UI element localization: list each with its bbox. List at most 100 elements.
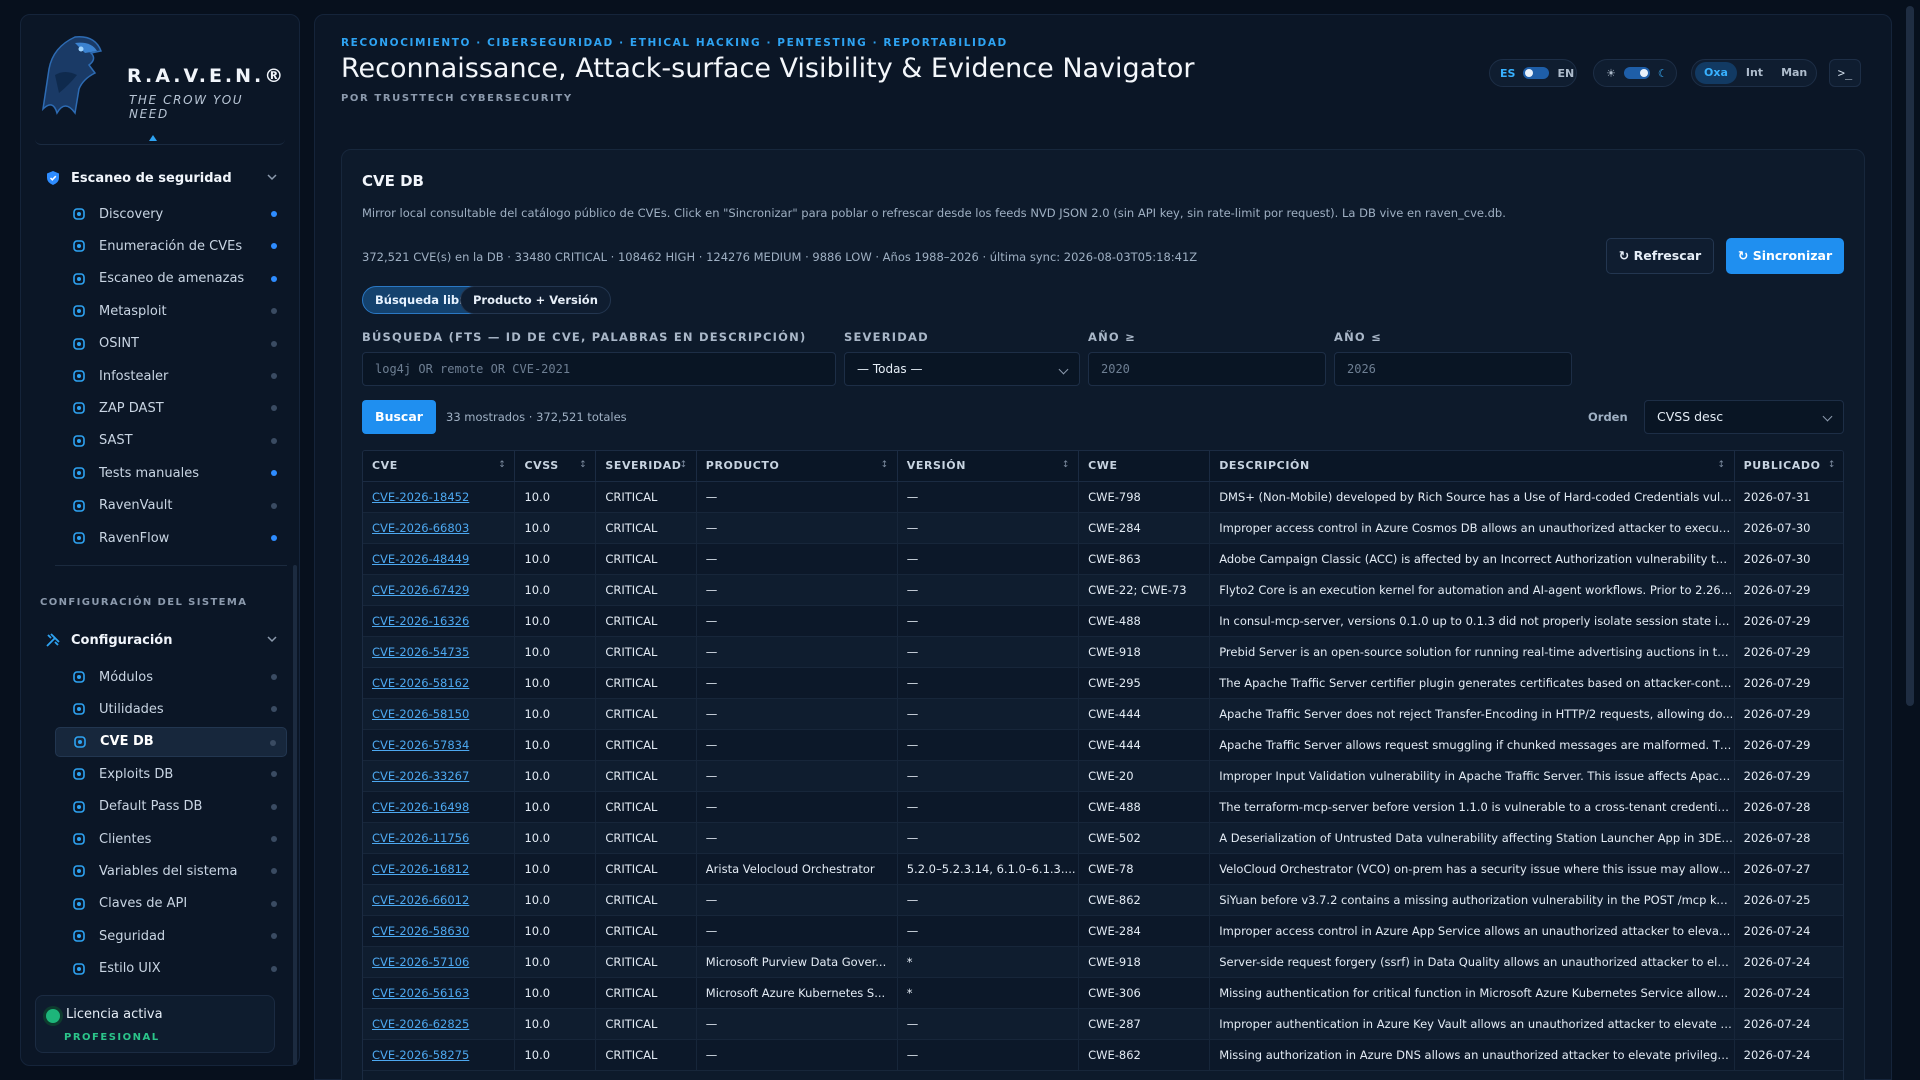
cve-link[interactable]: CVE-2026-18452 bbox=[363, 481, 516, 513]
table-row[interactable]: CVE-2026-67429 10.0 CRITICAL — — CWE-22; CWE-… bbox=[363, 574, 1843, 606]
sort-icon[interactable]: ↕ bbox=[498, 460, 506, 470]
table-row[interactable]: CVE-2026-58150 10.0 CRITICAL — — CWE-444 Apach… bbox=[363, 698, 1843, 730]
cve-link[interactable]: CVE-2026-67429 bbox=[363, 574, 516, 606]
sidebar-item-escaneo-de-amenazas[interactable]: Escaneo de amenazas bbox=[55, 264, 287, 294]
table-row[interactable]: CVE-2026-58162 10.0 CRITICAL — — CWE-295 The A… bbox=[363, 667, 1843, 699]
cve-link[interactable]: CVE-2026-56163 bbox=[363, 977, 516, 1009]
table-row[interactable]: CVE-2026-54735 10.0 CRITICAL — — CWE-918 Prebi… bbox=[363, 636, 1843, 668]
mode-man[interactable]: Man bbox=[1772, 62, 1816, 84]
mode-selector[interactable]: Oxa Int Man bbox=[1691, 59, 1817, 87]
terminal-button[interactable]: >_ bbox=[1829, 59, 1861, 87]
severity-select[interactable]: — Todas — bbox=[844, 352, 1080, 386]
cell-cvss: 10.0 bbox=[514, 822, 597, 854]
sidebar-item-discovery[interactable]: Discovery bbox=[55, 199, 287, 229]
cve-link[interactable]: CVE-2026-58162 bbox=[363, 667, 516, 699]
table-row[interactable]: CVE-2026-58275 10.0 CRITICAL — — CWE-862 Missi… bbox=[363, 1039, 1843, 1071]
table-row[interactable]: CVE-2026-33267 10.0 CRITICAL — — CWE-20 Improp… bbox=[363, 760, 1843, 792]
cell-descripcion: DMS+ (Non-Mobile) developed by Rich Sour… bbox=[1209, 481, 1735, 513]
sort-icon[interactable]: ↕ bbox=[579, 460, 587, 470]
sidebar-item-utilidades[interactable]: Utilidades bbox=[55, 694, 287, 724]
sort-icon[interactable]: ↕ bbox=[1717, 460, 1725, 470]
sidebar-item-sast[interactable]: SAST bbox=[55, 426, 287, 456]
cve-link[interactable]: CVE-2026-57834 bbox=[363, 729, 516, 761]
sidebar-item-claves-de-api[interactable]: Claves de API bbox=[55, 889, 287, 919]
sidebar-item-osint[interactable]: OSINT bbox=[55, 329, 287, 359]
table-row[interactable]: CVE-2026-56163 10.0 CRITICAL Microsoft Azur… bbox=[363, 977, 1843, 1009]
sidebar-item-enumeracion-de-cves[interactable]: Enumeración de CVEs bbox=[55, 231, 287, 261]
sidebar-scrollbar[interactable] bbox=[293, 565, 297, 1065]
table-row[interactable]: CVE-2026-48449 10.0 CRITICAL — — CWE-863 Adobe… bbox=[363, 543, 1843, 575]
cve-link[interactable]: CVE-2026-33267 bbox=[363, 760, 516, 792]
cell-severidad: CRITICAL bbox=[595, 1039, 697, 1071]
table-row[interactable]: CVE-2026-58630 10.0 CRITICAL — — CWE-284 Impro… bbox=[363, 915, 1843, 947]
column-header-publicado[interactable]: PUBLICADO ↕ bbox=[1734, 451, 1843, 482]
mode-int[interactable]: Int bbox=[1737, 62, 1772, 84]
cve-link[interactable]: CVE-2026-62825 bbox=[363, 1008, 516, 1040]
column-header-cwe[interactable]: CWE bbox=[1078, 451, 1211, 482]
sort-icon[interactable]: ↕ bbox=[680, 460, 688, 470]
column-header-cvss[interactable]: CVSS ↕ bbox=[514, 451, 597, 482]
language-toggle[interactable]: ES EN bbox=[1489, 59, 1577, 87]
nav-group-configuration[interactable]: Configuración bbox=[39, 625, 287, 655]
sidebar-item-estilo-uix[interactable]: Estilo UIX bbox=[55, 954, 287, 984]
sort-icon[interactable]: ↕ bbox=[1828, 460, 1836, 470]
sidebar-item-exploits-db[interactable]: Exploits DB bbox=[55, 759, 287, 789]
sort-icon[interactable]: ↕ bbox=[881, 460, 889, 470]
sidebar-item-cve-db[interactable]: CVE DB bbox=[55, 726, 287, 757]
cve-link[interactable]: CVE-2026-66012 bbox=[363, 884, 516, 916]
cve-link[interactable]: CVE-2026-58150 bbox=[363, 698, 516, 730]
sidebar-item-metasploit[interactable]: Metasploit bbox=[55, 296, 287, 326]
order-select[interactable]: CVSS desc bbox=[1644, 400, 1844, 434]
cve-link[interactable]: CVE-2026-48449 bbox=[363, 543, 516, 575]
year-to-input[interactable]: 2026 bbox=[1334, 352, 1572, 386]
table-row[interactable]: CVE-2026-18452 10.0 CRITICAL — — CWE-798 DMS+ … bbox=[363, 481, 1843, 513]
cve-link[interactable]: CVE-2026-16812 bbox=[363, 853, 516, 885]
search-button[interactable]: Buscar bbox=[362, 400, 436, 434]
sync-button[interactable]: ↻ Sincronizar bbox=[1726, 238, 1844, 274]
sidebar-item-seguridad[interactable]: Seguridad bbox=[55, 921, 287, 951]
table-row[interactable]: CVE-2026-16326 10.0 CRITICAL — — CWE-488 In co… bbox=[363, 605, 1843, 637]
sidebar-item-clientes[interactable]: Clientes bbox=[55, 824, 287, 854]
search-input[interactable]: log4j OR remote OR CVE-2021 bbox=[362, 352, 836, 386]
sidebar-item-modulos[interactable]: Módulos bbox=[55, 662, 287, 692]
table-row[interactable]: CVE-2026-16498 10.0 CRITICAL — — CWE-488 The t… bbox=[363, 791, 1843, 823]
brand[interactable]: R.A.V.E.N.® THE CROW YOU NEED bbox=[35, 29, 285, 125]
sidebar-item-ravenvault[interactable]: RavenVault bbox=[55, 491, 287, 521]
sidebar-item-default-pass-db[interactable]: Default Pass DB bbox=[55, 792, 287, 822]
sidebar-item-zap-dast[interactable]: ZAP DAST bbox=[55, 393, 287, 423]
column-header-cve[interactable]: CVE ↕ bbox=[363, 451, 516, 482]
cve-link[interactable]: CVE-2026-58630 bbox=[363, 915, 516, 947]
refresh-button[interactable]: ↻ Refrescar bbox=[1606, 238, 1714, 274]
table-row[interactable]: CVE-2026-62825 10.0 CRITICAL — — CWE-287 Impro… bbox=[363, 1008, 1843, 1040]
column-header-descripcion[interactable]: DESCRIPCIÓN ↕ bbox=[1209, 451, 1735, 482]
column-header-severidad[interactable]: SEVERIDAD ↕ bbox=[595, 451, 697, 482]
cve-link[interactable]: CVE-2026-16498 bbox=[363, 791, 516, 823]
sidebar-item-tests-manuales[interactable]: Tests manuales bbox=[55, 458, 287, 488]
cve-link[interactable]: CVE-2026-58275 bbox=[363, 1039, 516, 1071]
table-row[interactable]: CVE-2026-57834 10.0 CRITICAL — — CWE-444 Apach… bbox=[363, 729, 1843, 761]
cve-link[interactable]: CVE-2026-16326 bbox=[363, 605, 516, 637]
tab-product-version[interactable]: Producto + Versión bbox=[460, 286, 611, 314]
mode-oxa[interactable]: Oxa bbox=[1695, 62, 1737, 84]
table-row[interactable]: CVE-2026-66012 10.0 CRITICAL — — CWE-862 SiYua… bbox=[363, 884, 1843, 916]
table-row[interactable]: CVE-2026-16812 10.0 CRITICAL Arista Veloclo… bbox=[363, 853, 1843, 885]
page-scrollbar[interactable] bbox=[1906, 6, 1914, 706]
table-row[interactable]: CVE-2026-57106 10.0 CRITICAL Microsoft Purv… bbox=[363, 946, 1843, 978]
year-from-input[interactable]: 2020 bbox=[1088, 352, 1326, 386]
sidebar-item-ravenflow[interactable]: RavenFlow bbox=[55, 523, 287, 553]
cve-link[interactable]: CVE-2026-54735 bbox=[363, 636, 516, 668]
sort-icon[interactable]: ↕ bbox=[1062, 460, 1070, 470]
table-row[interactable]: CVE-2026-11756 10.0 CRITICAL — — CWE-502 A Des… bbox=[363, 822, 1843, 854]
sidebar-item-variables-del-sistema[interactable]: Variables del sistema bbox=[55, 856, 287, 886]
nav-group-security-scan[interactable]: Escaneo de seguridad bbox=[39, 163, 287, 193]
theme-toggle[interactable]: ☀ ☾ bbox=[1593, 59, 1677, 87]
cve-link[interactable]: CVE-2026-11756 bbox=[363, 822, 516, 854]
table-row[interactable]: CVE-2026-66803 10.0 CRITICAL — — CWE-284 Impro… bbox=[363, 512, 1843, 544]
column-header-version[interactable]: VERSIÓN ↕ bbox=[897, 451, 1080, 482]
cve-link[interactable]: CVE-2026-66803 bbox=[363, 512, 516, 544]
column-header-producto[interactable]: PRODUCTO ↕ bbox=[696, 451, 898, 482]
language-switch[interactable] bbox=[1523, 67, 1550, 79]
theme-switch[interactable] bbox=[1623, 67, 1650, 79]
sidebar-item-infostealer[interactable]: Infostealer bbox=[55, 361, 287, 391]
cve-link[interactable]: CVE-2026-57106 bbox=[363, 946, 516, 978]
